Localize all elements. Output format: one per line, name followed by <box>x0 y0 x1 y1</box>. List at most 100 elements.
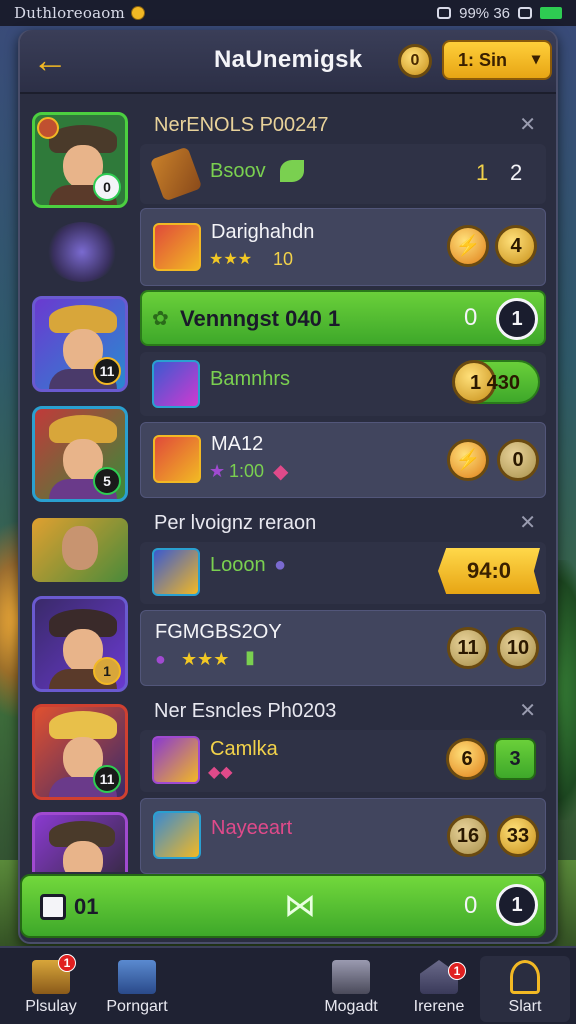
hero-hair <box>49 711 117 739</box>
hero-level: 11 <box>93 357 121 385</box>
back-arrow-icon[interactable]: ← <box>28 40 72 80</box>
item-name: Bsoov <box>210 160 266 182</box>
list-item[interactable]: Darighahdn ★★★ 10 ⚡ 4 <box>140 208 546 286</box>
value-orb[interactable]: 10 <box>497 627 539 669</box>
leaf-icon: ▮ <box>245 647 255 667</box>
page-title: NaUnemigsk <box>214 46 363 73</box>
buy-button[interactable]: 1: Sin ▾ <box>442 40 552 80</box>
item-name: Darighahdn <box>211 221 315 243</box>
list-item[interactable]: Looon ● 94:0 <box>140 542 546 604</box>
lock-icon <box>510 960 540 994</box>
gem-pink-icon: ◆ <box>273 461 289 483</box>
tools-icon <box>332 960 370 994</box>
highlight-row[interactable]: ✿ Vennngst 040 1 0 1 <box>140 290 546 346</box>
battery-text: 99% 36 <box>459 4 510 22</box>
item-value-2: 2 <box>510 160 523 185</box>
scroll-item-icon <box>149 146 203 202</box>
list-item[interactable]: MA12 ★ 1:00 ◆ ⚡ 0 <box>140 422 546 498</box>
chest-icon: 1 <box>32 954 76 994</box>
hero-level: 11 <box>93 765 121 793</box>
close-icon[interactable]: ✕ <box>519 694 536 728</box>
value-pill[interactable]: 1 430 <box>452 360 540 404</box>
checkbox-icon[interactable] <box>40 894 66 920</box>
hero-portrait-5[interactable]: 1 <box>32 596 128 692</box>
section-title-3: Ner Esncles Ph0203 ✕ <box>140 694 546 728</box>
list-item[interactable]: Bsoov 1 2 <box>140 144 546 204</box>
tab-badge: 1 <box>58 954 76 972</box>
lightning-orb-icon: ⚡ <box>447 439 489 481</box>
list-item[interactable]: Nayeeart 16 33 <box>140 798 546 874</box>
section-title-2: Per lvoignz reraon ✕ <box>140 506 546 540</box>
section-title-1: NerENOLS P00247 ✕ <box>140 108 546 142</box>
clover-icon: ✿ <box>152 308 169 330</box>
status-bar: Duthloreoaom 99% 36 <box>0 0 576 26</box>
hero-portrait-3[interactable]: 5 <box>32 406 128 502</box>
highlight-value: 0 <box>464 304 478 331</box>
highlight-label: Vennngst 040 1 <box>180 306 341 331</box>
item-value-1: 1 <box>476 160 489 185</box>
potion-item-icon <box>152 360 200 408</box>
highlight-badge[interactable]: 1 <box>496 298 538 340</box>
list-item[interactable]: Bamnhrs 1 430 <box>140 352 546 416</box>
tab-start[interactable]: Slart <box>480 956 570 1022</box>
swap-icon[interactable]: ⋈ <box>284 886 316 924</box>
tab-label: Irerene <box>413 998 465 1015</box>
tab-program[interactable]: Porngart <box>92 956 182 1022</box>
section-title-text: Ner Esncles Ph0203 <box>154 700 337 722</box>
list-item[interactable]: Camlka ◆◆ 6 3 <box>140 730 546 792</box>
chevron-down-icon: ▾ <box>531 51 540 68</box>
bottom-action-bar[interactable]: 01 ⋈ 0 1 <box>20 874 546 938</box>
rating-stars: ★★★ <box>209 251 253 268</box>
hero-level: 1 <box>93 657 121 685</box>
section-title-text: Per lvoignz reraon <box>154 512 317 534</box>
hero-portrait-7[interactable] <box>32 812 128 872</box>
value-orb[interactable]: 0 <box>497 439 539 481</box>
hero-level: 0 <box>93 173 121 201</box>
gem-pink-icon: ◆◆ <box>208 764 233 781</box>
tab-mogadt[interactable]: Mogadt <box>306 956 396 1022</box>
hero-portrait-1[interactable]: 0 <box>32 112 128 208</box>
signal-icon <box>518 7 532 19</box>
value-orb[interactable]: 6 <box>446 738 488 780</box>
mask-emblem-icon <box>46 222 118 282</box>
price-banner[interactable]: 94:0 <box>438 548 540 594</box>
value-square[interactable]: 3 <box>494 738 536 780</box>
item-name: Looon <box>210 554 266 576</box>
value-orb[interactable]: 16 <box>447 815 489 857</box>
notification-coin-icon <box>130 6 145 20</box>
hero-portrait-6[interactable]: 11 <box>32 704 128 800</box>
hero-portrait-4[interactable] <box>32 518 128 582</box>
close-icon[interactable]: ✕ <box>519 506 536 540</box>
item-sub: 10 <box>273 249 294 269</box>
bottom-badge[interactable]: 1 <box>496 884 538 926</box>
figure-icon: ● <box>274 554 287 576</box>
sword-item-icon <box>152 736 200 784</box>
item-name: Camlka <box>210 738 278 760</box>
value-orb[interactable]: 4 <box>495 225 537 267</box>
tab-irerene[interactable]: 1 Irerene <box>394 956 484 1022</box>
hero-tag-icon <box>37 117 59 139</box>
header: ← NaUnemigsk 0 1: Sin ▾ <box>20 30 556 94</box>
box-icon <box>118 960 156 994</box>
item-name: Bamnhrs <box>210 368 291 390</box>
hero-portrait-2[interactable]: 11 <box>32 296 128 392</box>
coin-button[interactable]: 0 <box>398 44 432 78</box>
character-item-icon <box>153 811 201 859</box>
battery-icon <box>540 7 562 19</box>
tab-bar: 1 Plsulay Porngart Mogadt 1 Irerene Slar… <box>0 946 576 1024</box>
value-orb[interactable]: 11 <box>447 627 489 669</box>
gem-icon: ★ <box>209 461 226 481</box>
value-orb[interactable]: 33 <box>497 815 539 857</box>
wifi-icon <box>437 7 452 19</box>
hero-head <box>62 526 98 570</box>
tab-play[interactable]: 1 Plsulay <box>6 954 96 1022</box>
buy-button-label: 1: Sin <box>458 50 508 70</box>
heart-item-icon <box>153 223 201 271</box>
list-item[interactable]: FGMGBS2OY ● ★★★ ▮ 11 10 <box>140 610 546 686</box>
close-icon[interactable]: ✕ <box>519 108 536 142</box>
item-name: FGMGBS2OY <box>155 621 282 643</box>
leaf-icon <box>280 160 304 182</box>
hero-level: 5 <box>93 467 121 495</box>
item-name: Nayeeart <box>211 817 293 839</box>
rating-stars: ★★★ <box>181 649 230 669</box>
